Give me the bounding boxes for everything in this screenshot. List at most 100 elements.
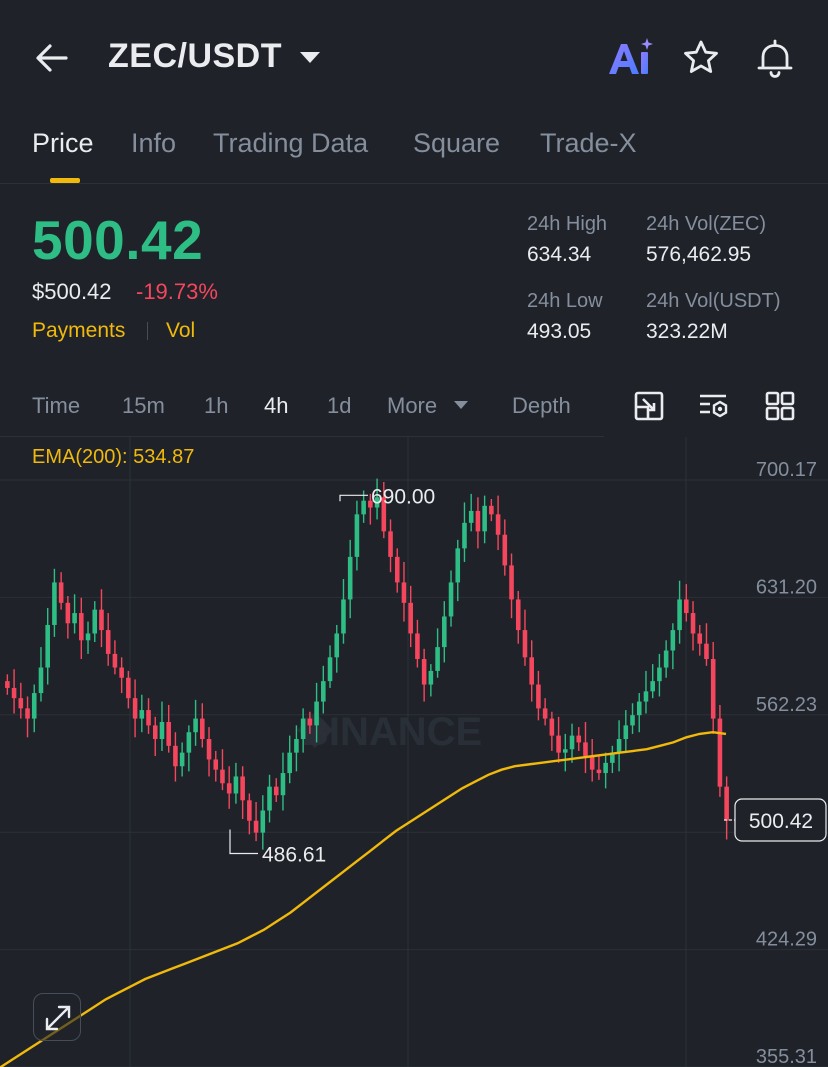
candle-body <box>636 701 642 716</box>
candlestick-chart[interactable]: BINANCE 700.17631.20562.23424.29355.31 6… <box>0 437 828 1067</box>
tab-bar: Price Info Trading Data Square Trade-X <box>0 118 828 184</box>
timeframe-4h[interactable]: 4h <box>264 393 288 419</box>
active-tab-indicator <box>50 178 80 183</box>
candle-body <box>52 582 57 625</box>
candle-body <box>509 565 514 600</box>
tab-trade-x[interactable]: Trade-X <box>540 128 637 159</box>
timeframe-1h[interactable]: 1h <box>204 393 228 419</box>
candle-body <box>112 653 118 668</box>
candle-body <box>684 599 689 614</box>
ai-icon[interactable] <box>606 36 654 80</box>
timeframe-more[interactable]: More <box>387 393 437 419</box>
candle-body <box>220 769 225 784</box>
candle-body <box>287 752 292 774</box>
candle-body <box>179 752 185 767</box>
candle-body <box>401 582 407 603</box>
candle-body <box>206 739 212 760</box>
candle-body <box>536 684 541 709</box>
depth-button[interactable]: Depth <box>512 393 571 419</box>
candle-body <box>603 762 608 774</box>
grid-layout-icon[interactable] <box>764 390 796 422</box>
candle-body <box>502 534 508 566</box>
ema-label: EMA(200): 534.87 <box>32 446 195 468</box>
candle-body <box>421 659 427 685</box>
high-24h-label: 24h High <box>527 213 608 235</box>
candle-body <box>186 732 192 753</box>
tab-trading-data[interactable]: Trading Data <box>213 128 368 159</box>
timeframe-time[interactable]: Time <box>32 393 80 419</box>
candle-body <box>105 630 111 654</box>
candle-body <box>670 630 676 651</box>
candle-body <box>710 659 716 719</box>
indicator-settings-icon[interactable] <box>698 390 730 422</box>
more-caret-icon[interactable] <box>453 400 469 410</box>
bell-icon[interactable] <box>754 38 796 80</box>
candle-body <box>126 677 131 699</box>
low-24h-value: 493.05 <box>527 320 592 343</box>
candle-body <box>99 609 104 631</box>
candle-body <box>213 759 219 770</box>
candle-body <box>643 691 649 702</box>
candle-body <box>468 510 474 523</box>
candle-body <box>314 701 319 726</box>
candle-body <box>650 681 655 692</box>
vol-quote-label: 24h Vol(USDT) <box>646 290 781 312</box>
candle-body <box>556 735 561 753</box>
candle-body <box>58 582 64 603</box>
timeframe-15m[interactable]: 15m <box>122 393 165 419</box>
star-icon[interactable] <box>681 38 721 78</box>
chevron-down-icon[interactable] <box>298 50 322 66</box>
high-24h-value: 634.34 <box>527 243 592 266</box>
candle-body <box>677 599 682 631</box>
candle-body <box>515 599 521 631</box>
tab-square[interactable]: Square <box>413 128 500 159</box>
fullscreen-expand-button[interactable] <box>33 993 81 1041</box>
candle-body <box>72 613 77 624</box>
candle-body <box>717 718 723 787</box>
candle-body <box>657 667 662 682</box>
low-marker-line <box>229 829 258 855</box>
candle-body <box>38 667 44 694</box>
candle-body <box>152 725 158 740</box>
payments-link[interactable]: Payments <box>32 319 125 343</box>
candle-body <box>596 769 602 774</box>
candle-body <box>334 633 340 658</box>
candle-body <box>294 739 299 753</box>
back-arrow-icon[interactable] <box>32 38 72 78</box>
candle-body <box>361 500 366 515</box>
y-axis-ticks: 700.17 631.20 562.23 424.29 355.31 <box>756 459 817 1067</box>
usd-price: $500.42 <box>32 279 112 304</box>
candle-body <box>455 548 461 583</box>
candle-body <box>341 599 346 634</box>
candle-body <box>92 609 98 634</box>
candle-body <box>616 739 622 753</box>
candle-body <box>327 657 333 682</box>
candle-body <box>408 602 413 634</box>
candle-body <box>724 786 729 821</box>
candle-body <box>240 776 245 801</box>
candle-body <box>529 657 534 685</box>
candle-body <box>45 624 50 668</box>
vol-link[interactable]: Vol <box>166 319 195 343</box>
tab-price[interactable]: Price <box>32 128 94 159</box>
candle-body <box>166 721 171 746</box>
candle-body <box>300 718 306 740</box>
candle-body <box>260 810 266 833</box>
candle-body <box>630 715 635 726</box>
last-price-tag-label: 500.42 <box>749 810 813 833</box>
candle-body <box>704 643 709 660</box>
pair-title[interactable]: ZEC/USDT <box>108 37 282 76</box>
candle-body <box>267 786 272 811</box>
candle-body <box>132 698 138 719</box>
y-tick-label: 700.17 <box>756 459 817 481</box>
chart-type-icon[interactable] <box>633 390 665 422</box>
y-tick-label: 424.29 <box>756 929 817 951</box>
candle-body <box>200 718 205 740</box>
tab-info[interactable]: Info <box>131 128 176 159</box>
candle-body <box>139 710 145 719</box>
last-price: 500.42 <box>32 209 204 271</box>
y-tick-label: 562.23 <box>756 694 817 716</box>
high-price-label: 690.00 <box>371 485 435 508</box>
candle-body <box>583 742 588 757</box>
timeframe-1d[interactable]: 1d <box>327 393 351 419</box>
